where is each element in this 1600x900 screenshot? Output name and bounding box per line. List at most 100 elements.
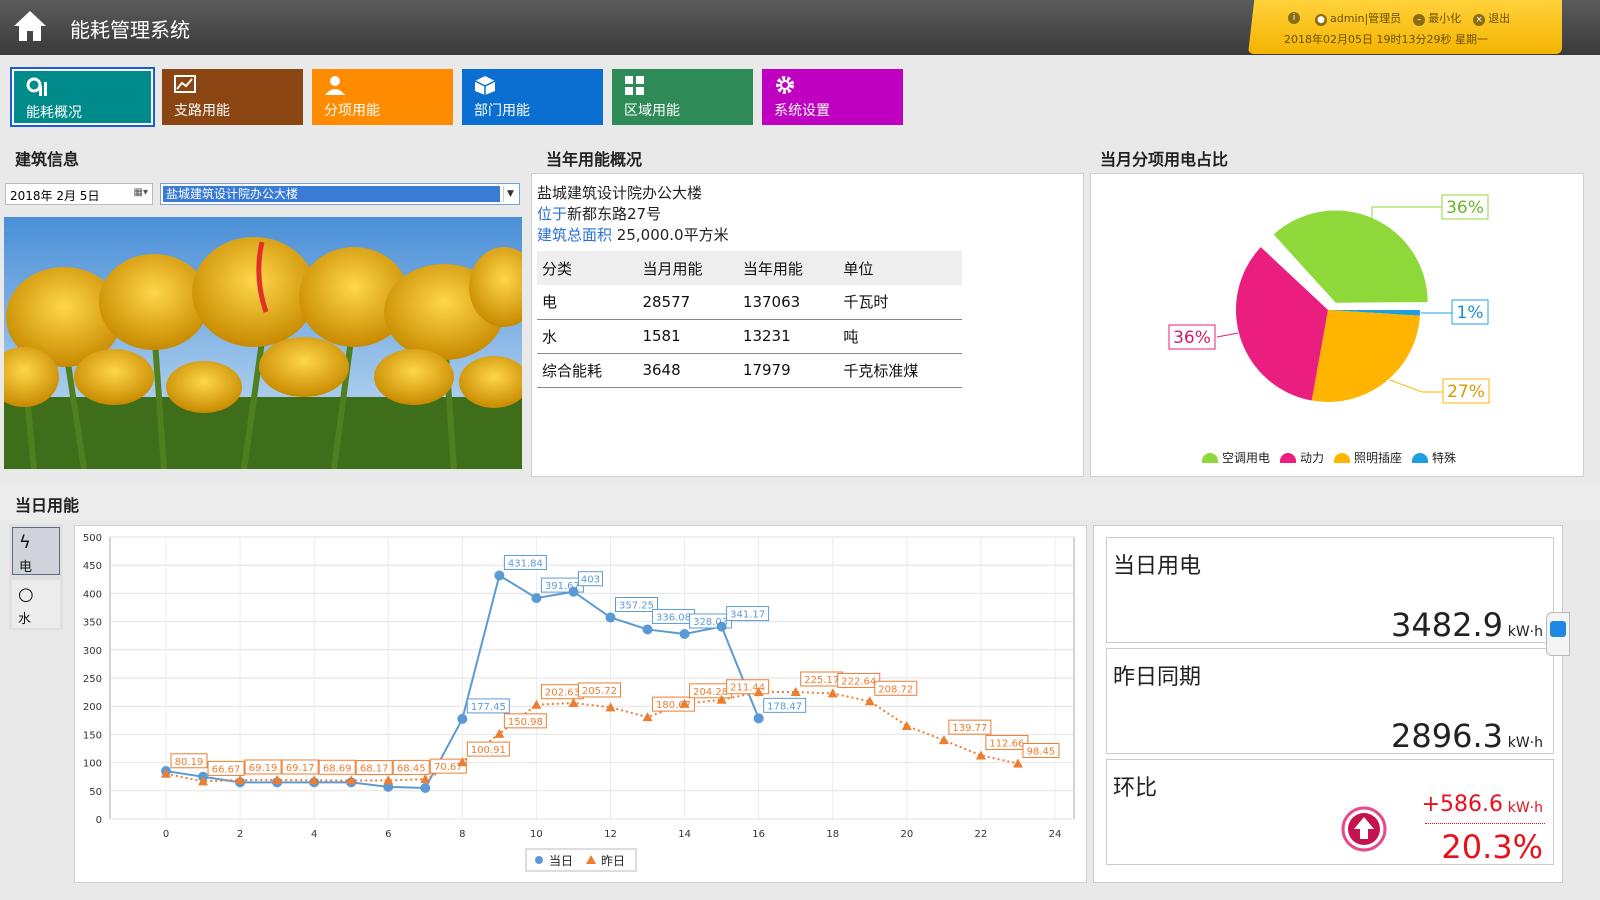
x-tick-label: 20 [900,829,913,840]
data-label: 336.08 [656,612,691,623]
data-label: 431.84 [508,558,543,569]
x-tick-label: 22 [975,829,988,840]
pie-legend: 空调用电 动力 照明插座 特殊 [1202,449,1456,466]
data-label: 403 [581,575,600,586]
side-widget[interactable] [1546,612,1570,656]
data-point [753,713,764,724]
tab-water[interactable]: ○ 水 [12,580,60,628]
data-label: 66.67 [212,764,241,775]
data-label: 205.72 [582,686,617,697]
data-point [716,621,727,632]
legend-item[interactable]: 空调用电 [1202,449,1270,466]
pie-label-power: 36% [1173,328,1211,348]
home-icon[interactable] [12,8,48,44]
daily-section-title: 当日用能 [15,496,80,515]
data-label: 68.69 [323,763,352,774]
data-point [605,612,616,623]
building-select[interactable]: 盐城建筑设计院办公大楼 ▼ [160,183,520,205]
data-label: 139.77 [952,723,987,734]
daily-chart-panel: 0 50 100 150 200 250 300 350 400 450 500 0 2 4 6 8 10 12 1… [74,525,1087,883]
y-tick-label: 150 [83,730,102,741]
app-title: 能耗管理系统 [70,18,190,42]
data-point [679,628,690,639]
x-tick-label: 4 [311,829,317,840]
nav-settings-button[interactable]: 系统设置 [762,69,903,125]
data-label: 178.47 [767,701,802,712]
building-photo [4,217,522,469]
x-tick-label: 24 [1049,829,1062,840]
y-tick-label: 100 [83,759,102,770]
table-row: 综合能耗 3648 17979 千克标准煤 [537,353,962,388]
x-tick-label: 6 [385,829,391,840]
data-label: 100.91 [471,745,506,756]
nav-overview-button[interactable]: 能耗概况 [10,67,155,127]
x-tick-label: 18 [826,829,839,840]
data-point [494,570,505,581]
legend-item[interactable]: 动力 [1280,449,1324,466]
legend-label: 昨日 [601,854,625,868]
info-icon[interactable]: i [1288,12,1300,24]
y-tick-label: 0 [96,815,102,826]
data-point [457,713,468,724]
today-value: 3482.9 [1391,606,1503,644]
x-tick-label: 2 [237,829,243,840]
year-section-title: 当年用能概况 [546,150,643,169]
close-icon: × [1473,14,1486,26]
chevron-down-icon[interactable]: ▼ [503,186,517,202]
exit-button[interactable]: × 退出 [1473,10,1510,26]
data-point [568,586,579,597]
calendar-icon[interactable]: ▦▾ [134,187,148,198]
data-label: 225.17 [804,675,839,686]
data-label: 150.98 [508,717,543,728]
data-label: 222.64 [841,676,876,687]
energy-type-tabs: ϟ 电 ○ 水 [9,524,63,630]
gear-icon [776,76,794,94]
nav-itemized-button[interactable]: 分项用能 [312,69,453,125]
ratio-box: 环比 +586.6 kW·h 20.3% [1106,759,1554,866]
legend-item[interactable]: 特殊 [1412,449,1456,466]
table-row: 水 1581 13231 吨 [537,319,962,354]
daily-line-chart: 0501001502002503003504004505000 2 4 6 8 10 12 1… [83,533,1075,872]
data-label: 177.45 [471,702,506,713]
nav-branch-button[interactable]: 支路用能 [162,69,303,125]
pie-label-aircon: 36% [1446,198,1484,218]
user-menu[interactable]: ● admin|管理员 [1315,10,1401,26]
y-tick-label: 350 [83,618,102,629]
data-label: 68.45 [397,763,426,774]
column-header: 当月用能 [637,251,738,285]
date-picker[interactable]: 2018年 2月 5日 ▦▾ [5,183,153,205]
building-section-title: 建筑信息 [15,150,80,169]
data-label: 112.66 [989,738,1024,749]
nav-department-button[interactable]: 部门用能 [462,69,603,125]
lightning-icon: ϟ [19,532,31,553]
x-tick-label: 8 [459,829,465,840]
pie-section-title: 当月分项用电占比 [1100,150,1229,169]
column-header: 当年用能 [737,251,839,285]
pie-slice-lighting[interactable] [1311,310,1420,402]
data-point [642,624,653,635]
y-tick-label: 450 [83,561,102,572]
tab-electricity[interactable]: ϟ 电 [12,527,60,575]
building-address: 位于新都东路27号 [537,205,662,223]
chat-icon[interactable] [1550,621,1566,637]
building-name: 盐城建筑设计院办公大楼 [537,184,703,202]
water-drop-icon: ○ [18,584,34,605]
building-select-value: 盐城建筑设计院办公大楼 [163,186,500,202]
minimize-button[interactable]: – 最小化 [1413,10,1461,26]
data-label: 69.17 [286,763,315,774]
y-tick-label: 200 [83,702,102,713]
x-tick-label: 0 [163,829,169,840]
user-panel: i ● admin|管理员 – 最小化 × 退出 2018年02月05日 19时13分… [1248,0,1562,54]
nav-area-button[interactable]: 区域用能 [612,69,753,125]
data-label: 80.19 [175,757,204,768]
data-label: 341.17 [730,610,765,621]
branch-chart-icon [174,75,196,93]
data-label: 98.45 [1027,746,1056,757]
data-label: 202.63 [545,688,580,699]
data-label: 208.72 [878,684,913,695]
legend-item[interactable]: 照明插座 [1334,449,1402,466]
data-label: 69.19 [249,763,278,774]
data-label: 70.67 [434,762,463,773]
divider [1425,823,1545,824]
user-icon: ● [1315,14,1327,26]
